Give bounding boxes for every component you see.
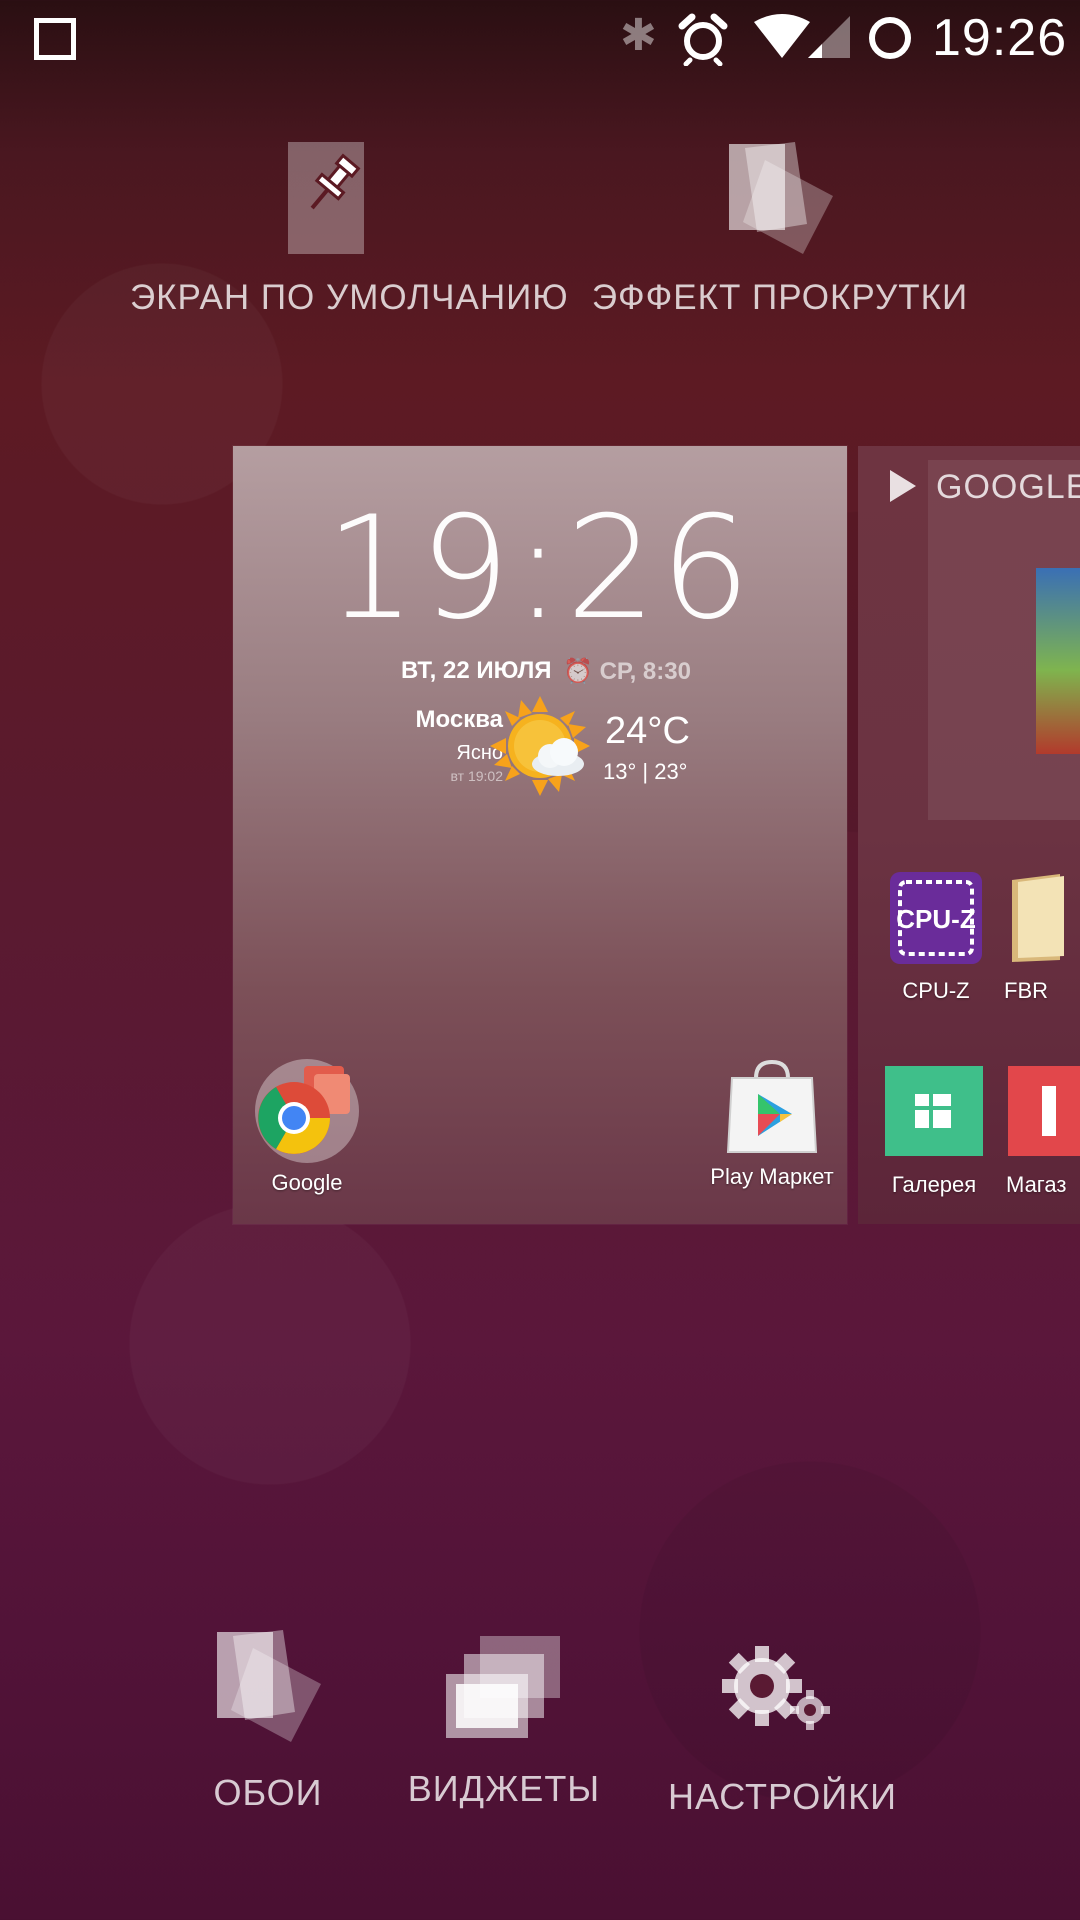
wallpaper-icon	[217, 1630, 321, 1742]
shop-icon	[1008, 1066, 1080, 1156]
loading-circle-icon	[869, 17, 911, 59]
wallpapers-label: ОБОИ	[213, 1772, 323, 1813]
settings-label: НАСТРОЙКИ	[668, 1776, 897, 1817]
weather-range: 13° | 23°	[603, 759, 688, 784]
default-screen-label: ЭКРАН ПО УМОЛЧАНИЮ	[130, 278, 569, 317]
weather-condition: Ясно	[456, 742, 503, 764]
status-time: 19:26	[932, 9, 1068, 67]
play-triangle-icon	[890, 470, 916, 502]
app-fbreader[interactable]: FBR	[1004, 870, 1080, 1004]
widgets-label: ВИДЖЕТЫ	[407, 1768, 601, 1809]
home-screen-preview-second[interactable]: GOOGLE CPU-Z CPU-Z FBR Галерея Магаз	[858, 446, 1080, 1224]
chrome-folder-icon	[255, 1059, 359, 1163]
book-icon	[1012, 874, 1064, 962]
settings-button[interactable]: НАСТРОЙКИ	[668, 1646, 897, 1818]
widgets-button[interactable]: ВИДЖЕТЫ	[404, 1634, 604, 1810]
svg-text:CPU-Z: CPU-Z	[896, 904, 976, 934]
home-screen-preview-main[interactable]: 19:26 ВТ, 22 ИЮЛЯ ⏰ СР, 8:30 Москва Ясно…	[233, 446, 847, 1224]
clock-widget-time: 19:26	[325, 486, 755, 651]
alarm-small-icon: ⏰	[563, 658, 593, 685]
wallpapers-button[interactable]: ОБОИ	[188, 1628, 348, 1814]
app-label-shop: Магаз	[1006, 1172, 1067, 1197]
app-google-folder[interactable]: Google	[247, 1056, 367, 1196]
stacked-pages-icon	[729, 142, 833, 254]
app-label-fbr: FBR	[1004, 978, 1048, 1003]
store-widget-title: GOOGLE	[936, 468, 1080, 506]
app-cpu-z[interactable]: CPU-Z CPU-Z	[876, 870, 996, 1004]
play-store-icon	[726, 1059, 818, 1153]
square-icon	[34, 18, 76, 60]
clock-widget-date: ВТ, 22 ИЮЛЯ	[401, 657, 552, 684]
signal-icon	[808, 16, 850, 58]
default-screen-button[interactable]: ЭКРАН ПО УМОЛЧАНИЮ	[130, 140, 569, 318]
status-bar: ✱ 19:26	[0, 0, 1080, 76]
bluetooth-icon: ✱	[620, 10, 657, 61]
widgets-icon	[446, 1636, 560, 1738]
app-shop[interactable]: Магаз	[1006, 1066, 1080, 1198]
app-label-gallery: Галерея	[891, 1172, 977, 1197]
app-gallery[interactable]: Галерея	[874, 1066, 994, 1198]
clock-widget-alarm: ⏰ СР, 8:30	[563, 658, 691, 685]
app-label-google: Google	[271, 1170, 343, 1195]
app-play-market[interactable]: Play Маркет	[697, 1058, 847, 1190]
scroll-effect-button[interactable]: ЭФФЕКТ ПРОКРУТКИ	[590, 140, 970, 318]
wifi-icon	[754, 14, 850, 58]
app-label-cpu-z: CPU-Z	[902, 978, 970, 1003]
weather-temp: 24°C	[605, 710, 690, 752]
app-label-play-market: Play Маркет	[710, 1164, 834, 1189]
alarm-icon	[678, 13, 728, 66]
sun-cloud-icon	[490, 696, 590, 796]
gallery-icon	[885, 1066, 983, 1156]
movie-poster-thumbnail	[1036, 568, 1080, 754]
scroll-effect-label: ЭФФЕКТ ПРОКРУТКИ	[591, 278, 969, 317]
weather-city: Москва	[415, 706, 503, 733]
gear-icon	[722, 1646, 830, 1730]
cpu-z-icon: CPU-Z	[890, 872, 982, 964]
weather-updated: вт 19:02	[450, 768, 503, 784]
pin-icon	[288, 142, 364, 254]
